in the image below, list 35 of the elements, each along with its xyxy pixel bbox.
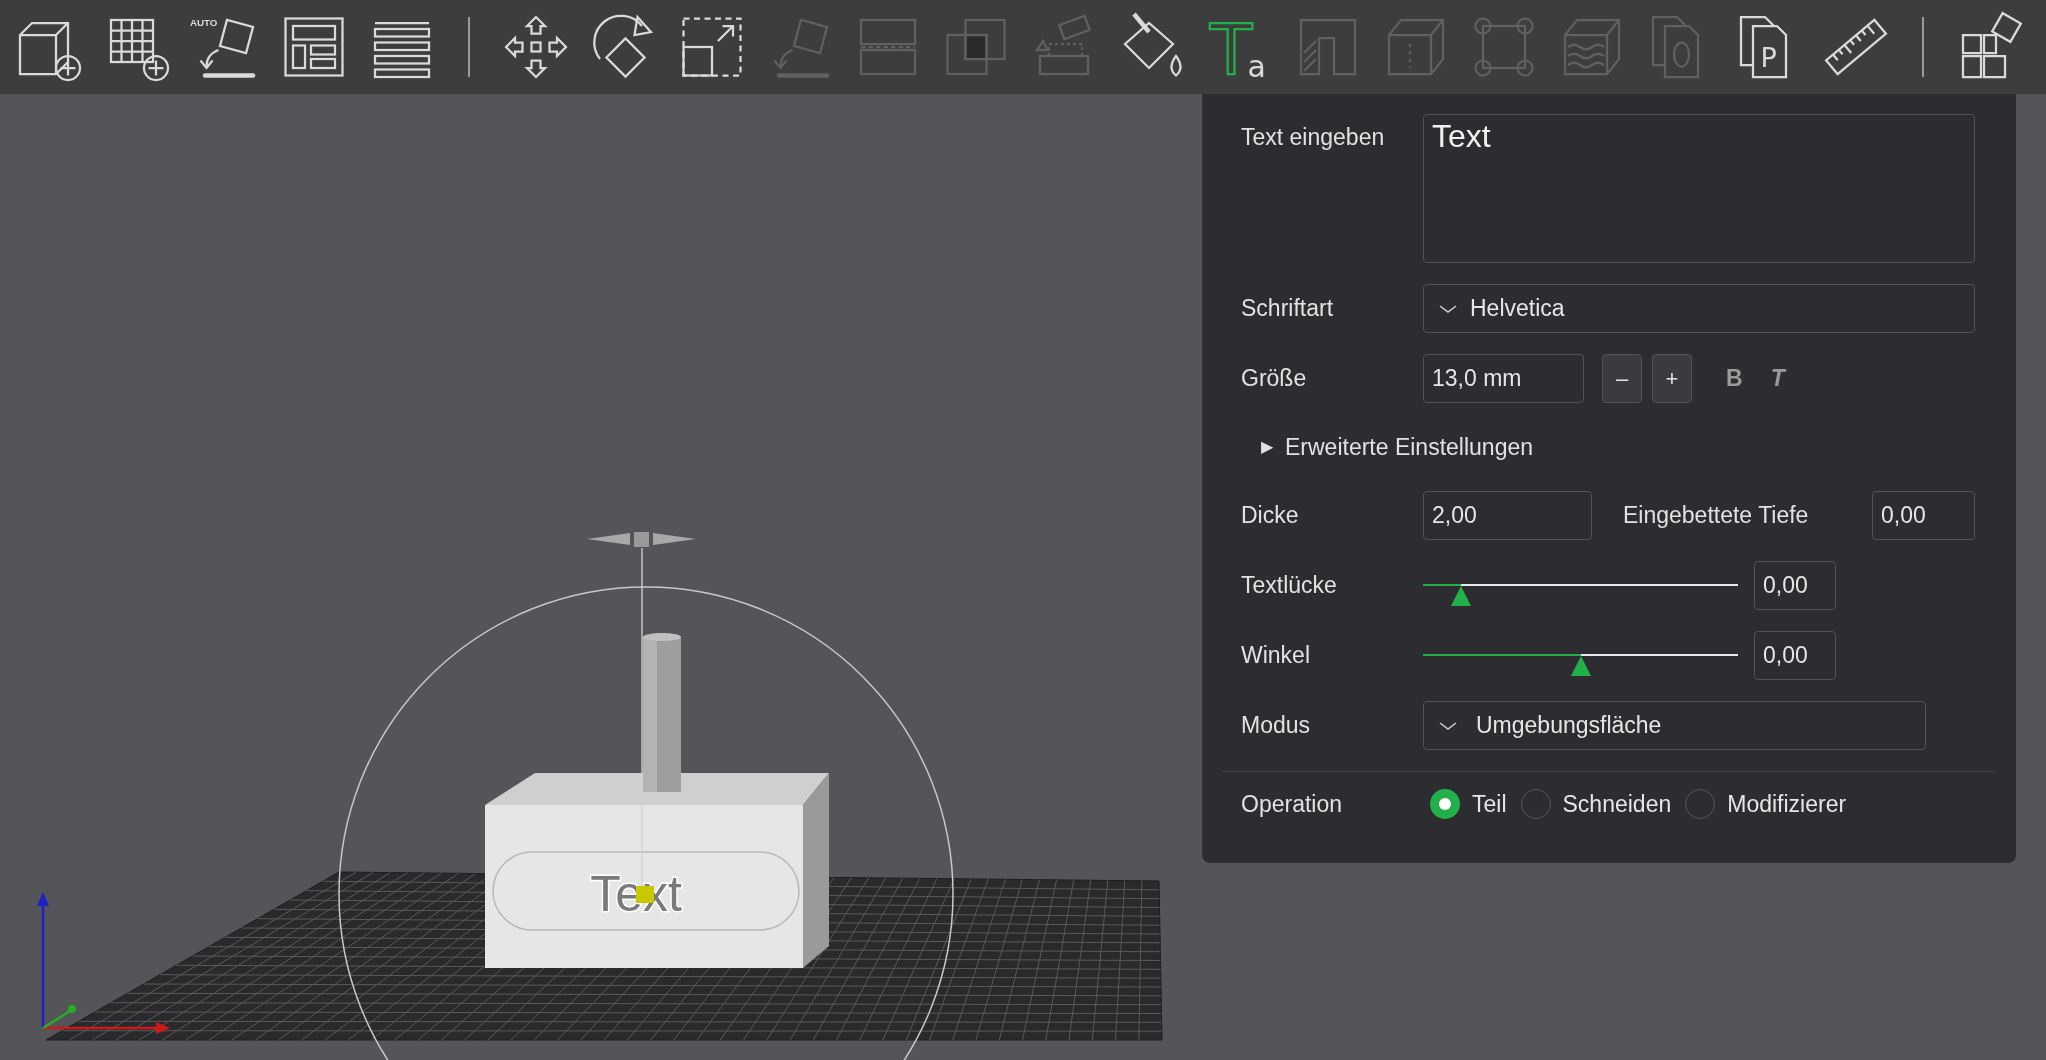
text-input[interactable]: Text [1423, 114, 1975, 263]
expand-triangle-icon[interactable]: ▶ [1261, 435, 1273, 459]
size-input[interactable]: 13,0 mm [1423, 354, 1584, 403]
text-tool-icon[interactable]: Ta [1204, 11, 1276, 83]
depth-input[interactable]: 0,00 [1872, 491, 1975, 540]
field-label: Textlücke [1241, 571, 1338, 601]
field-label: Modus [1241, 711, 1312, 741]
dropdown[interactable]: Helvetica [1423, 284, 1975, 333]
chevron-icon [1438, 303, 1458, 314]
field-label: Winkel [1241, 641, 1311, 671]
value-input[interactable]: 0,00 [1754, 631, 1836, 680]
increase-button[interactable]: + [1652, 354, 1692, 403]
radio-button[interactable] [1430, 789, 1460, 820]
radio-option[interactable]: Schneiden [1520, 787, 1672, 822]
radio-option[interactable]: Teil [1430, 787, 1507, 822]
field-label: Eingebettete Tiefe [1623, 501, 1810, 531]
field-label: Operation [1241, 790, 1343, 819]
rotation-ring[interactable] [338, 586, 954, 1060]
selection-handle[interactable] [636, 886, 654, 903]
field-label: Schriftart [1241, 294, 1335, 324]
slider-thumb[interactable] [1449, 585, 1472, 607]
decrease-button[interactable]: – [1602, 354, 1642, 403]
field-label: Dicke [1241, 501, 1300, 531]
section-toggle[interactable]: Erweiterte Einstellungen [1285, 429, 1534, 465]
dropdown[interactable]: Umgebungsfläche [1423, 701, 1926, 750]
field-label: Größe [1241, 364, 1308, 394]
value-input[interactable]: 0,00 [1754, 561, 1836, 610]
radio-option[interactable]: Modifizierer [1685, 787, 1847, 822]
bold-button[interactable]: B [1726, 361, 1743, 396]
axes-icon [37, 892, 170, 1034]
field-label: Text eingeben [1241, 123, 1386, 152]
italic-button[interactable]: T [1770, 361, 1785, 396]
thickness-input[interactable]: 2,00 [1423, 491, 1592, 540]
chevron-icon [1438, 720, 1458, 731]
slider-thumb[interactable] [1569, 655, 1592, 677]
